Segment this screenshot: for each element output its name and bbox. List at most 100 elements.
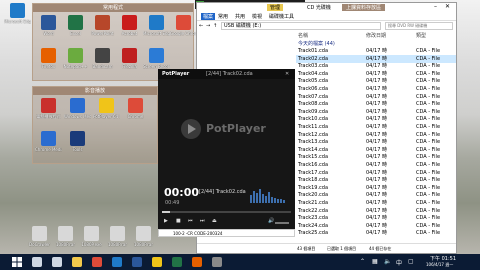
apps-icon-6[interactable]: Firefox [35,48,62,69]
taskbar-explorer-icon[interactable] [72,257,82,267]
ribbon-tab-0[interactable]: 檔案 [201,13,216,20]
player-controls: ▶ ■ ⏮ ⏭ ⏏ 🔊 [162,218,292,227]
bottom-icon-0[interactable]: DoCrawler [26,226,53,247]
apps-icon-label: Microsoft Edge [143,31,170,36]
ribbon-tab-1[interactable]: 常用 [218,13,228,20]
apps-icon-0[interactable]: Word [35,15,62,36]
side-title: 上課資料存放區 [342,4,386,11]
taskbar-task-view-icon[interactable] [52,257,62,267]
group-header: 今天的檔案 (44) [296,39,456,47]
tray-chevron-up-icon[interactable]: ⌃ [360,258,365,265]
bottom-icon-label: 1080P.exe [81,242,102,247]
taskbar-potplayer-icon[interactable] [152,257,162,267]
tray-volume-icon[interactable]: 🔈 [384,258,391,265]
nav-back-icon[interactable]: ← [199,23,203,29]
edge-desktop-icon[interactable]: Microsoft Edge [4,3,31,24]
apps-icon-1[interactable]: Excel [62,15,89,36]
ribbon-tab-2[interactable]: 共用 [235,13,245,20]
col-type[interactable]: 類型 [416,32,426,39]
player-close-icon[interactable]: ✕ [285,69,289,79]
taskbar-edge-icon[interactable] [112,257,122,267]
apps-app-icon [95,15,110,30]
nav-folder-label[interactable]: 100-2 -CR CODE-200324 [158,229,295,237]
file-row[interactable]: Track25.cda 04/17 時 CDA - File [296,229,456,237]
stop-icon[interactable]: ■ [176,218,181,224]
address-input[interactable]: USB 磁碟機 (E:) [221,22,381,30]
bottom-icon-3[interactable]: 1080P.rar [104,226,131,247]
tray-ime-icon[interactable]: 中 [396,258,402,267]
nav-up-icon[interactable]: ↑ [213,23,217,29]
apps-app-icon [41,48,56,63]
media-icon-0[interactable]: 電腦播放程式 [35,98,62,119]
apps-app-icon [68,48,83,63]
apps-app-icon [68,15,83,30]
apps-icon-3[interactable]: Acrobat [116,15,143,36]
apps-icon-label: Excel [70,31,81,36]
column-headers: 名稱 修改日期 類型 [296,31,456,39]
previous-icon[interactable]: ⏮ [188,218,193,224]
status-extra: 44 個已存在 [369,246,392,251]
tray-notification-icon[interactable]: ▢ [408,258,414,265]
volume-slider[interactable] [275,222,289,224]
media-icon-label: Chrome [127,114,144,119]
taskbar-excel-icon[interactable] [172,257,182,267]
explorer-title: CD 光碟機 [307,5,331,11]
taskbar-search-icon[interactable] [32,257,42,267]
media-icon-4[interactable]: Chrome Media [35,131,62,152]
taskbar-date[interactable]: 106/4/17 週一 [426,262,453,268]
ribbon-tabs: 檔案 常用 共用 檢視 磁碟機工具 [197,12,456,21]
col-name[interactable]: 名稱 [298,32,308,39]
tray-network-icon[interactable]: ▦ [372,258,378,265]
apps-icon-2[interactable]: PowerPoint [89,15,116,36]
apps-app-icon [122,48,137,63]
minimize-button[interactable]: – [434,3,437,10]
apps-icon-9[interactable]: Filezilla [116,48,143,69]
seek-bar[interactable] [162,211,291,213]
time-elapsed: 00:00 [164,186,200,199]
media-icon-label: Chrome Media [35,147,62,152]
taskbar-start-icon[interactable] [12,257,22,267]
search-input[interactable]: 搜尋 DVD RW 磁碟機 [385,22,453,30]
media-icon-3[interactable]: Chrome [122,98,149,119]
media-app-icon [41,98,56,113]
media-app-icon [99,98,114,113]
media-icon-label: PotPlayer 64 bit [93,114,120,119]
ribbon-manage-tab[interactable]: 管理 [267,4,284,11]
volume-icon[interactable]: 🔊 [268,218,274,224]
apps-panel-title: 常用程式 [33,4,193,12]
taskbar-time[interactable]: 下午 01:51 [430,255,456,262]
apps-icon-7[interactable]: Notepad++ [62,48,89,69]
taskbar-settings-icon[interactable] [212,257,222,267]
apps-icon-10[interactable]: Screen Recorder [143,48,170,69]
bottom-icon-4[interactable]: 1080P.rar [130,226,157,247]
bottom-app-icon [110,226,125,241]
bottom-icon-2[interactable]: 1080P.exe [78,226,105,247]
explorer-titlebar[interactable]: 管理 CD 光碟機 上課資料存放區 – ✕ [197,3,456,12]
apps-app-icon [149,48,164,63]
group-header-label: 今天的檔案 (44) [298,41,335,47]
ribbon-tab-4[interactable]: 磁碟機工具 [269,13,294,20]
next-icon[interactable]: ⏭ [200,218,205,224]
media-icon-1[interactable]: Windows Media [64,98,91,119]
apps-icon-5[interactable]: Google Chrome [170,15,197,36]
potplayer-window: PotPlayer [2/44] Track02.cda ✕ PotPlayer… [158,69,295,229]
ribbon-tab-3[interactable]: 檢視 [252,13,262,20]
apps-icon-8[interactable]: Bandicam [89,48,116,69]
taskbar-chrome-icon[interactable] [92,257,102,267]
player-app-name[interactable]: PotPlayer [162,69,189,79]
play-icon[interactable]: ▶ [164,218,168,224]
taskbar-word-icon[interactable] [132,257,142,267]
bottom-icon-1[interactable]: 1080P.rar [52,226,79,247]
apps-icon-label: Acrobat [121,31,138,36]
status-count: 43 個項目 [297,246,316,251]
col-date[interactable]: 修改日期 [366,32,386,39]
media-icon-5[interactable]: Tools [64,131,91,152]
close-button[interactable]: ✕ [445,3,450,10]
player-titlebar[interactable]: PotPlayer [2/44] Track02.cda ✕ [158,69,295,79]
media-icon-2[interactable]: PotPlayer 64 bit [93,98,120,119]
apps-icon-4[interactable]: Microsoft Edge [143,15,170,36]
taskbar-firefox-icon[interactable] [192,257,202,267]
potplayer-logo-icon [181,119,201,139]
nav-forward-icon[interactable]: → [206,23,210,29]
eject-icon[interactable]: ⏏ [212,218,217,224]
